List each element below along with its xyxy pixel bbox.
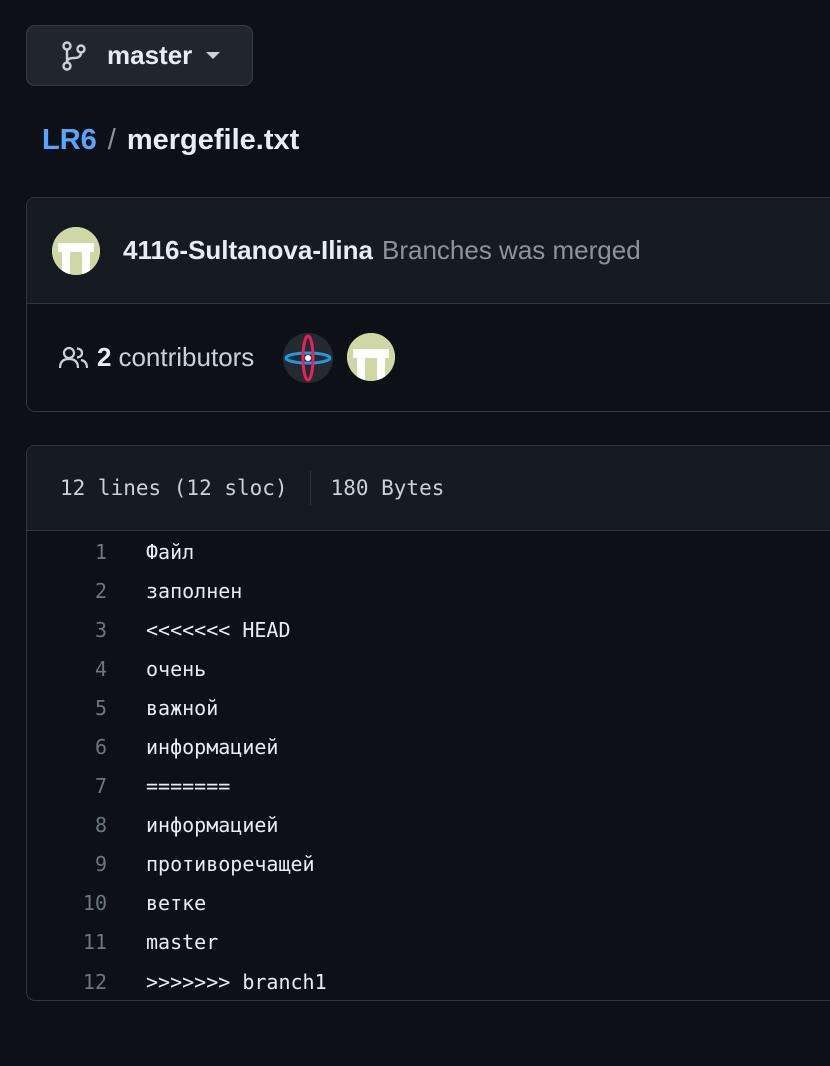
- branch-select-button[interactable]: master: [26, 25, 253, 86]
- code-line: 9 противоречащей: [27, 845, 830, 884]
- code-line: 1 Файл: [27, 532, 830, 571]
- line-content: информацией: [146, 813, 279, 838]
- code-line: 7 =======: [27, 767, 830, 806]
- file-size: 180 Bytes: [330, 476, 445, 500]
- contributor-avatars: [283, 332, 396, 383]
- git-branch-icon: [61, 40, 87, 71]
- line-content: ветке: [146, 891, 207, 916]
- line-number[interactable]: 7: [27, 774, 107, 798]
- line-number[interactable]: 1: [27, 540, 107, 564]
- contributors-count[interactable]: 2: [97, 342, 111, 373]
- contributor-avatar[interactable]: [283, 332, 334, 383]
- code-line: 3 <<<<<<< HEAD: [27, 610, 830, 649]
- line-number[interactable]: 12: [27, 970, 107, 994]
- line-content: >>>>>>> branch1: [146, 969, 327, 994]
- contributor-avatar[interactable]: [347, 332, 396, 381]
- line-number[interactable]: 3: [27, 618, 107, 642]
- line-content: очень: [146, 656, 207, 681]
- line-number[interactable]: 4: [27, 657, 107, 681]
- latest-commit-row: 4116-Sultanova-Ilina Branches was merged: [27, 198, 830, 304]
- people-icon: [59, 346, 89, 370]
- line-content: master: [146, 930, 219, 955]
- repo-link[interactable]: LR6: [42, 124, 97, 157]
- line-content: заполнен: [146, 578, 243, 603]
- code-listing: 1 Файл 2 заполнен 3 <<<<<<< HEAD 4 очень 5 ва…: [27, 531, 830, 1001]
- line-content: информацией: [146, 735, 279, 760]
- file-info-header: 12 lines (12 sloc) 180 Bytes: [27, 446, 830, 531]
- contributors-row: 2 contributors: [27, 304, 830, 411]
- commit-author-link[interactable]: 4116-Sultanova-Ilina: [123, 235, 373, 266]
- code-line: 2 заполнен: [27, 571, 830, 610]
- line-number[interactable]: 11: [27, 930, 107, 954]
- line-number[interactable]: 10: [27, 891, 107, 915]
- code-line: 6 информацией: [27, 727, 830, 766]
- commit-message-link[interactable]: Branches was merged: [382, 235, 641, 266]
- breadcrumb: LR6 / mergefile.txt: [42, 124, 299, 157]
- line-number[interactable]: 5: [27, 696, 107, 720]
- file-name: mergefile.txt: [126, 124, 300, 156]
- file-viewer: 12 lines (12 sloc) 180 Bytes 1 Файл 2 запо…: [26, 445, 830, 1001]
- line-content: <<<<<<< HEAD: [146, 617, 291, 642]
- line-number[interactable]: 9: [27, 852, 107, 876]
- code-line: 12 >>>>>>> branch1: [27, 962, 830, 1001]
- code-line: 11 master: [27, 923, 830, 962]
- line-content: Файл: [146, 539, 195, 564]
- file-line-count: 12 lines (12 sloc): [60, 476, 288, 500]
- divider: [309, 471, 311, 505]
- line-content: противоречащей: [146, 852, 315, 877]
- code-line: 8 информацией: [27, 806, 830, 845]
- breadcrumb-separator: /: [107, 124, 116, 156]
- line-number[interactable]: 6: [27, 735, 107, 759]
- contributors-label[interactable]: contributors: [118, 342, 254, 373]
- commit-box: 4116-Sultanova-Ilina Branches was merged…: [26, 197, 830, 412]
- code-line: 5 важной: [27, 688, 830, 727]
- line-content: =======: [146, 774, 231, 799]
- line-content: важной: [146, 695, 219, 720]
- author-avatar[interactable]: [52, 226, 100, 275]
- chevron-down-icon: [206, 51, 221, 60]
- line-number[interactable]: 2: [27, 579, 107, 603]
- code-line: 4 очень: [27, 649, 830, 688]
- line-number[interactable]: 8: [27, 813, 107, 837]
- branch-name: master: [107, 40, 193, 70]
- code-line: 10 ветке: [27, 884, 830, 923]
